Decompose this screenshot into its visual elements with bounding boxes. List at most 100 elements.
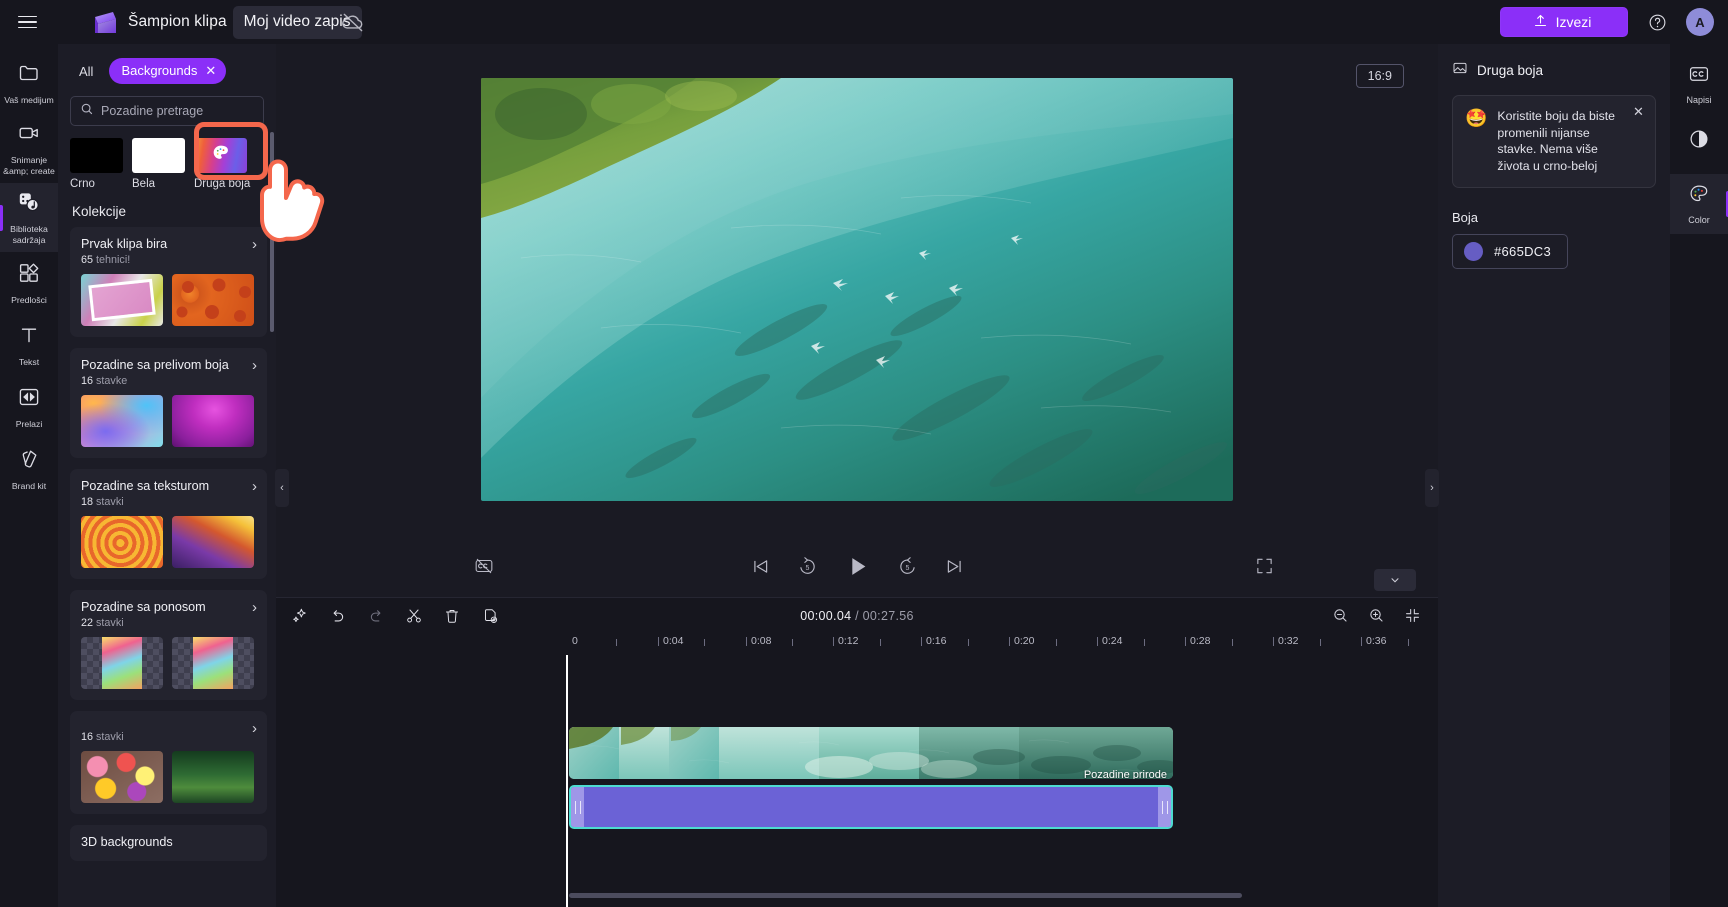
collection-card[interactable]: Pozadine sa teksturom 18 stavki › [70,469,267,579]
rewind-5-button[interactable]: 5 [797,556,818,577]
zoom-out-icon[interactable] [1330,606,1350,626]
search-input-wrapper[interactable] [70,96,264,126]
sidebar-item-tekst[interactable]: Tekst [0,314,58,376]
color-palette-icon [1688,183,1710,210]
brand-title: Šampion klipa [128,13,227,30]
timeline-tracks[interactable]: Pozadine prirode [276,655,1438,907]
collection-card[interactable]: Pozadine sa ponosom 22 stavki › [70,590,267,700]
tab-color[interactable]: Color [1670,174,1728,234]
collection-thumb[interactable] [172,274,254,326]
sidebar-item-brand-kit[interactable]: Brand kit [0,438,58,500]
jump-to-end-button[interactable] [944,556,965,577]
collection-thumb[interactable] [81,637,163,689]
sidebar-item-snimanje-create[interactable]: Snimanje &amp; create [0,114,58,183]
chip-all[interactable]: All [72,59,100,84]
clip-trim-handle-right[interactable] [1158,787,1171,827]
swatch-druga-boja[interactable]: Druga boja [194,138,250,190]
jump-to-start-button[interactable] [750,556,771,577]
chevron-right-icon[interactable]: › [248,237,257,252]
captions-off-icon[interactable] [474,556,494,576]
play-button[interactable] [844,553,871,580]
cloud-off-icon [340,9,366,35]
filters-icon [1688,128,1710,155]
fit-to-screen-icon[interactable] [1402,606,1422,626]
swatch-crno[interactable]: Crno [70,138,123,190]
close-icon[interactable]: ✕ [205,64,216,77]
collection-card[interactable]: Prvak klipa bira 65 tehnici! › [70,227,267,337]
timeline-zoom-controls [1330,606,1422,626]
tab-label: Napisi [1686,95,1712,105]
chevron-right-icon[interactable]: › [248,721,257,736]
chevron-right-icon[interactable]: › [248,479,257,494]
color-picker-button[interactable]: #665DC3 [1452,234,1569,269]
collection-thumb[interactable] [172,637,254,689]
sidebar-item-vas-medijum[interactable]: Vaš medijum [0,52,58,114]
hamburger-icon[interactable] [10,5,44,39]
sidebar-item-biblioteka-sadrzaja[interactable]: Biblioteka sadržaja [0,183,58,252]
collection-count: 65 [81,254,94,266]
close-icon[interactable]: ✕ [1630,103,1647,120]
panel-scrollbar[interactable] [270,132,274,332]
timeline-ruler[interactable]: 0 0:04 0:08 0:12 0:16 0:20 0:24 0:28 0:3… [276,633,1557,659]
undo-button[interactable] [328,606,348,626]
collapse-right-panel-button[interactable]: › [1425,469,1439,507]
chevron-right-icon[interactable]: › [248,358,257,373]
avatar[interactable]: A [1686,8,1714,36]
fullscreen-icon[interactable] [1255,557,1274,576]
redo-button[interactable] [366,606,386,626]
collection-card[interactable]: Pozadine sa prelivom boja 16 stavke › [70,348,267,458]
timeline-scrollbar[interactable] [569,893,1242,898]
collection-thumb[interactable] [81,395,163,447]
search-input[interactable] [101,104,262,118]
collection-thumb[interactable] [81,274,163,326]
collection-thumb[interactable] [172,516,254,568]
app-header: Šampion klipa Moj video zapis Izvezi A [0,0,1728,44]
filter-chips: All Backgrounds ✕ [58,44,276,94]
palette-icon [211,143,231,168]
collection-thumb[interactable] [172,395,254,447]
star-struck-emoji-icon: 🤩 [1465,108,1488,128]
table-row[interactable] [569,785,1173,829]
export-button[interactable]: Izvezi [1500,7,1628,37]
collection-unit: stavki [96,731,124,743]
clip-trim-handle-left[interactable] [571,787,584,827]
tab-napisi[interactable]: Napisi [1670,54,1728,114]
sidebar-item-predlosci[interactable]: Predlošci [0,252,58,314]
tab-filters[interactable] [1670,114,1728,174]
collection-name: Pozadine sa prelivom boja [81,358,229,372]
zoom-in-icon[interactable] [1366,606,1386,626]
swatch-bela[interactable]: Bela [132,138,185,190]
help-circle-icon[interactable] [1642,7,1672,37]
delete-button[interactable] [442,606,462,626]
video-preview[interactable] [481,78,1233,501]
collection-card[interactable]: 3D backgrounds [70,825,267,861]
swatch-label: Bela [132,178,156,190]
app-body: Vaš medijum Snimanje &amp; create Biblio… [0,44,1728,907]
sidebar-item-label: Snimanje &amp; create [3,155,55,176]
table-row[interactable]: Pozadine prirode [569,727,1173,779]
sidebar-item-prelazi[interactable]: Prelazi [0,376,58,438]
collection-thumb[interactable] [172,751,254,803]
clipchamp-editor: Šampion klipa Moj video zapis Izvezi A V… [0,0,1728,907]
sidebar-item-label: Biblioteka sadržaja [10,224,48,245]
tip-text: Koristite boju da biste promenili nijans… [1497,109,1615,173]
svg-text:5: 5 [905,565,909,572]
collection-thumb[interactable] [81,516,163,568]
brand[interactable]: Šampion klipa [92,11,227,34]
aspect-ratio-button[interactable]: 16:9 [1355,64,1404,88]
playhead[interactable] [566,655,568,907]
collapse-left-panel-button[interactable]: ‹ [275,469,289,507]
timeline-toolbar: 00:00.04 / 00:27.56 [276,597,1438,633]
duplicate-button[interactable] [480,606,500,626]
auto-compose-button[interactable] [290,606,310,626]
chevron-right-icon[interactable]: › [248,600,257,615]
player-controls-bar: 5 5 [276,535,1438,597]
collections-scroll-area[interactable]: Prvak klipa bira 65 tehnici! › Pozadine … [58,227,276,907]
forward-5-button[interactable]: 5 [897,556,918,577]
collection-card[interactable]: 16 stavki › [70,711,267,814]
collection-thumb[interactable] [81,751,163,803]
split-button[interactable] [404,606,424,626]
timeline-collapse-button[interactable] [1374,569,1416,591]
current-time: 00:00.04 [800,608,852,623]
chip-backgrounds[interactable]: Backgrounds ✕ [109,58,227,84]
